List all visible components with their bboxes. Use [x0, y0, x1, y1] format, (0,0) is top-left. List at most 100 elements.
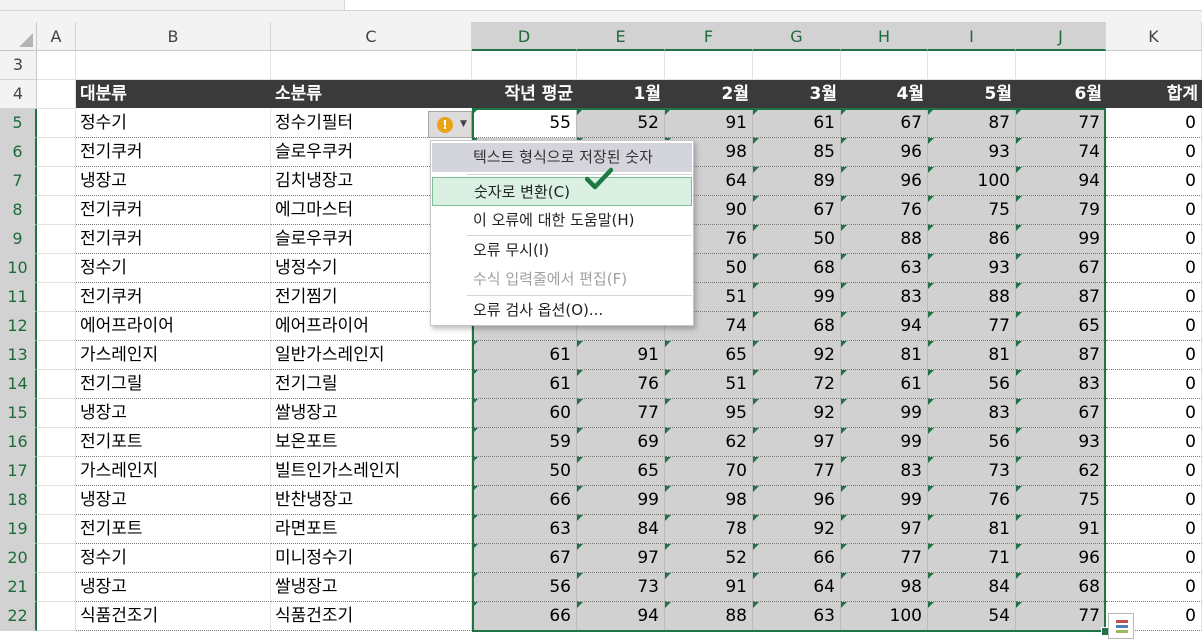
subcategory-cell[interactable]: 식품건조기 [271, 602, 472, 631]
row-header-3[interactable]: 3 [0, 51, 37, 80]
row-header-5[interactable]: 5 [0, 109, 37, 138]
total-cell[interactable]: 0 [1106, 341, 1202, 370]
month-value-cell[interactable]: 70 [665, 457, 753, 486]
column-header-C[interactable]: C [271, 22, 472, 51]
month-value-cell[interactable]: 68 [1016, 573, 1106, 602]
cell[interactable] [37, 196, 76, 225]
header-month[interactable]: 1월 [577, 80, 665, 109]
cell[interactable] [37, 399, 76, 428]
cell[interactable] [37, 341, 76, 370]
month-value-cell[interactable]: 81 [928, 515, 1016, 544]
month-value-cell[interactable]: 77 [841, 544, 928, 573]
month-value-cell[interactable]: 65 [1016, 312, 1106, 341]
month-value-cell[interactable]: 50 [753, 225, 841, 254]
error-check-button[interactable]: ! ▼ [428, 111, 472, 138]
cell[interactable] [577, 51, 665, 80]
formula-bar[interactable] [344, 0, 1202, 11]
header-total[interactable]: 합계 [1106, 80, 1202, 109]
header-subcategory[interactable]: 소분류 [271, 80, 472, 109]
month-value-cell[interactable]: 73 [928, 457, 1016, 486]
row-header-11[interactable]: 11 [0, 283, 37, 312]
month-value-cell[interactable]: 72 [753, 370, 841, 399]
header-month[interactable]: 3월 [753, 80, 841, 109]
total-cell[interactable]: 0 [1106, 515, 1202, 544]
last-year-avg-cell[interactable]: 61 [472, 370, 577, 399]
month-value-cell[interactable]: 54 [928, 602, 1016, 631]
category-cell[interactable]: 전기쿠커 [76, 225, 271, 254]
month-value-cell[interactable]: 97 [753, 428, 841, 457]
column-header-E[interactable]: E [577, 22, 665, 51]
month-value-cell[interactable]: 97 [577, 544, 665, 573]
month-value-cell[interactable]: 84 [928, 573, 1016, 602]
row-header-7[interactable]: 7 [0, 167, 37, 196]
month-value-cell[interactable]: 94 [1016, 167, 1106, 196]
total-cell[interactable]: 0 [1106, 283, 1202, 312]
quick-analysis-icon[interactable] [1108, 613, 1134, 639]
cell[interactable] [753, 51, 841, 80]
month-value-cell[interactable]: 61 [841, 370, 928, 399]
subcategory-cell[interactable]: 라면포트 [271, 515, 472, 544]
category-cell[interactable]: 전기쿠커 [76, 138, 271, 167]
month-value-cell[interactable]: 98 [841, 573, 928, 602]
last-year-avg-cell[interactable]: 56 [472, 573, 577, 602]
month-value-cell[interactable]: 65 [665, 341, 753, 370]
month-value-cell[interactable]: 65 [577, 457, 665, 486]
month-value-cell[interactable]: 77 [1016, 109, 1106, 138]
error-help-item[interactable]: 이 오류에 대한 도움말(H) [432, 206, 692, 235]
cell[interactable] [37, 370, 76, 399]
row-header-19[interactable]: 19 [0, 515, 37, 544]
column-header-F[interactable]: F [665, 22, 753, 51]
last-year-avg-cell[interactable]: 66 [472, 602, 577, 631]
month-value-cell[interactable]: 83 [841, 457, 928, 486]
cell[interactable] [37, 109, 76, 138]
month-value-cell[interactable]: 62 [1016, 457, 1106, 486]
month-value-cell[interactable]: 71 [928, 544, 1016, 573]
month-value-cell[interactable]: 100 [841, 602, 928, 631]
month-value-cell[interactable]: 100 [928, 167, 1016, 196]
last-year-avg-cell[interactable]: 55 [472, 109, 577, 138]
month-value-cell[interactable]: 77 [1016, 602, 1106, 631]
month-value-cell[interactable]: 83 [1016, 370, 1106, 399]
total-cell[interactable]: 0 [1106, 225, 1202, 254]
category-cell[interactable]: 가스레인지 [76, 457, 271, 486]
cell[interactable] [37, 167, 76, 196]
month-value-cell[interactable]: 96 [841, 138, 928, 167]
column-header-D[interactable]: D [472, 22, 577, 51]
row-header-20[interactable]: 20 [0, 544, 37, 573]
month-value-cell[interactable]: 99 [841, 486, 928, 515]
row-header-8[interactable]: 8 [0, 196, 37, 225]
month-value-cell[interactable]: 83 [841, 283, 928, 312]
convert-to-number-item[interactable]: 숫자로 변환(C) [432, 177, 692, 206]
total-cell[interactable]: 0 [1106, 254, 1202, 283]
month-value-cell[interactable]: 76 [577, 370, 665, 399]
ignore-error-item[interactable]: 오류 무시(I) [432, 236, 692, 265]
month-value-cell[interactable]: 63 [841, 254, 928, 283]
category-cell[interactable]: 정수기 [76, 109, 271, 138]
cell[interactable] [1016, 51, 1106, 80]
month-value-cell[interactable]: 77 [577, 399, 665, 428]
month-value-cell[interactable]: 78 [665, 515, 753, 544]
total-cell[interactable]: 0 [1106, 370, 1202, 399]
month-value-cell[interactable]: 87 [1016, 341, 1106, 370]
cell[interactable] [37, 457, 76, 486]
month-value-cell[interactable]: 56 [928, 370, 1016, 399]
subcategory-cell[interactable]: 쌀냉장고 [271, 399, 472, 428]
header-month[interactable]: 5월 [928, 80, 1016, 109]
cell[interactable] [37, 312, 76, 341]
month-value-cell[interactable]: 99 [841, 428, 928, 457]
row-header-14[interactable]: 14 [0, 370, 37, 399]
header-last-year-avg[interactable]: 작년 평균 [472, 80, 577, 109]
month-value-cell[interactable]: 86 [928, 225, 1016, 254]
category-cell[interactable]: 식품건조기 [76, 602, 271, 631]
month-value-cell[interactable]: 74 [1016, 138, 1106, 167]
cell[interactable] [37, 544, 76, 573]
category-cell[interactable]: 냉장고 [76, 167, 271, 196]
last-year-avg-cell[interactable]: 66 [472, 486, 577, 515]
total-cell[interactable]: 0 [1106, 138, 1202, 167]
row-header-15[interactable]: 15 [0, 399, 37, 428]
row-header-18[interactable]: 18 [0, 486, 37, 515]
subcategory-cell[interactable]: 일반가스레인지 [271, 341, 472, 370]
month-value-cell[interactable]: 95 [665, 399, 753, 428]
month-value-cell[interactable]: 99 [577, 486, 665, 515]
column-header-B[interactable]: B [76, 22, 271, 51]
